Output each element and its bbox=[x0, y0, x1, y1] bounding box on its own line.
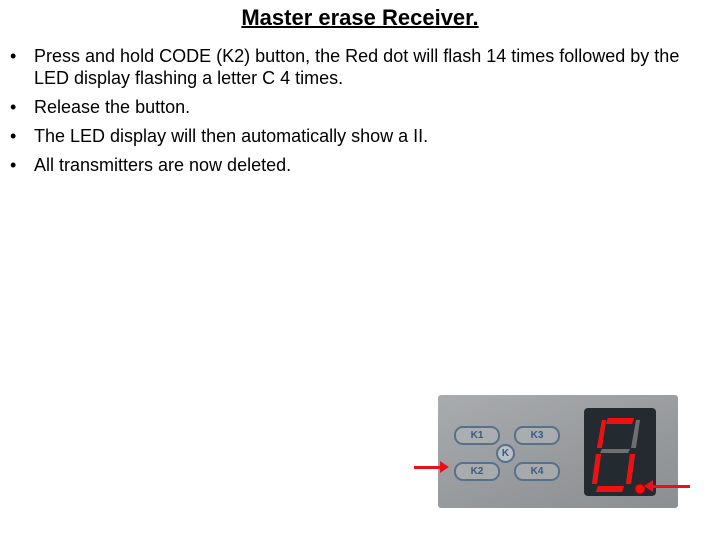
k-code-label: K bbox=[496, 444, 515, 463]
segment-c-lit bbox=[626, 454, 635, 484]
key-k1: K1 bbox=[454, 426, 500, 445]
bullet-dot: • bbox=[10, 97, 17, 117]
bullet-dot: • bbox=[10, 155, 17, 175]
key-k3: K3 bbox=[514, 426, 560, 445]
bullet-item: • All transmitters are now deleted. bbox=[10, 155, 292, 175]
segment-b bbox=[631, 420, 640, 448]
bullet-item: • Press and hold CODE (K2) button, the Re… bbox=[10, 46, 680, 88]
arrow-head-left-icon bbox=[644, 480, 653, 492]
segment-g bbox=[600, 449, 630, 453]
segment-f-lit bbox=[597, 420, 606, 448]
bullet-list: • Press and hold CODE (K2) button, the Re… bbox=[10, 45, 710, 183]
segment-a-lit bbox=[606, 418, 634, 424]
segment-d-lit bbox=[596, 486, 624, 492]
bullet-item: • Release the button. bbox=[10, 97, 191, 117]
bullet-item: • The LED display will then automatically… bbox=[10, 126, 429, 146]
bullet-dot: • bbox=[10, 126, 17, 146]
arrow-to-dot bbox=[652, 485, 690, 488]
bullet-dot: • bbox=[10, 46, 17, 66]
key-k2: K2 bbox=[454, 462, 500, 481]
key-k4: K4 bbox=[514, 462, 560, 481]
arrow-head-right-icon bbox=[440, 461, 449, 473]
slide-title: Master erase Receiver. bbox=[241, 5, 479, 30]
segment-e-lit bbox=[592, 454, 601, 484]
